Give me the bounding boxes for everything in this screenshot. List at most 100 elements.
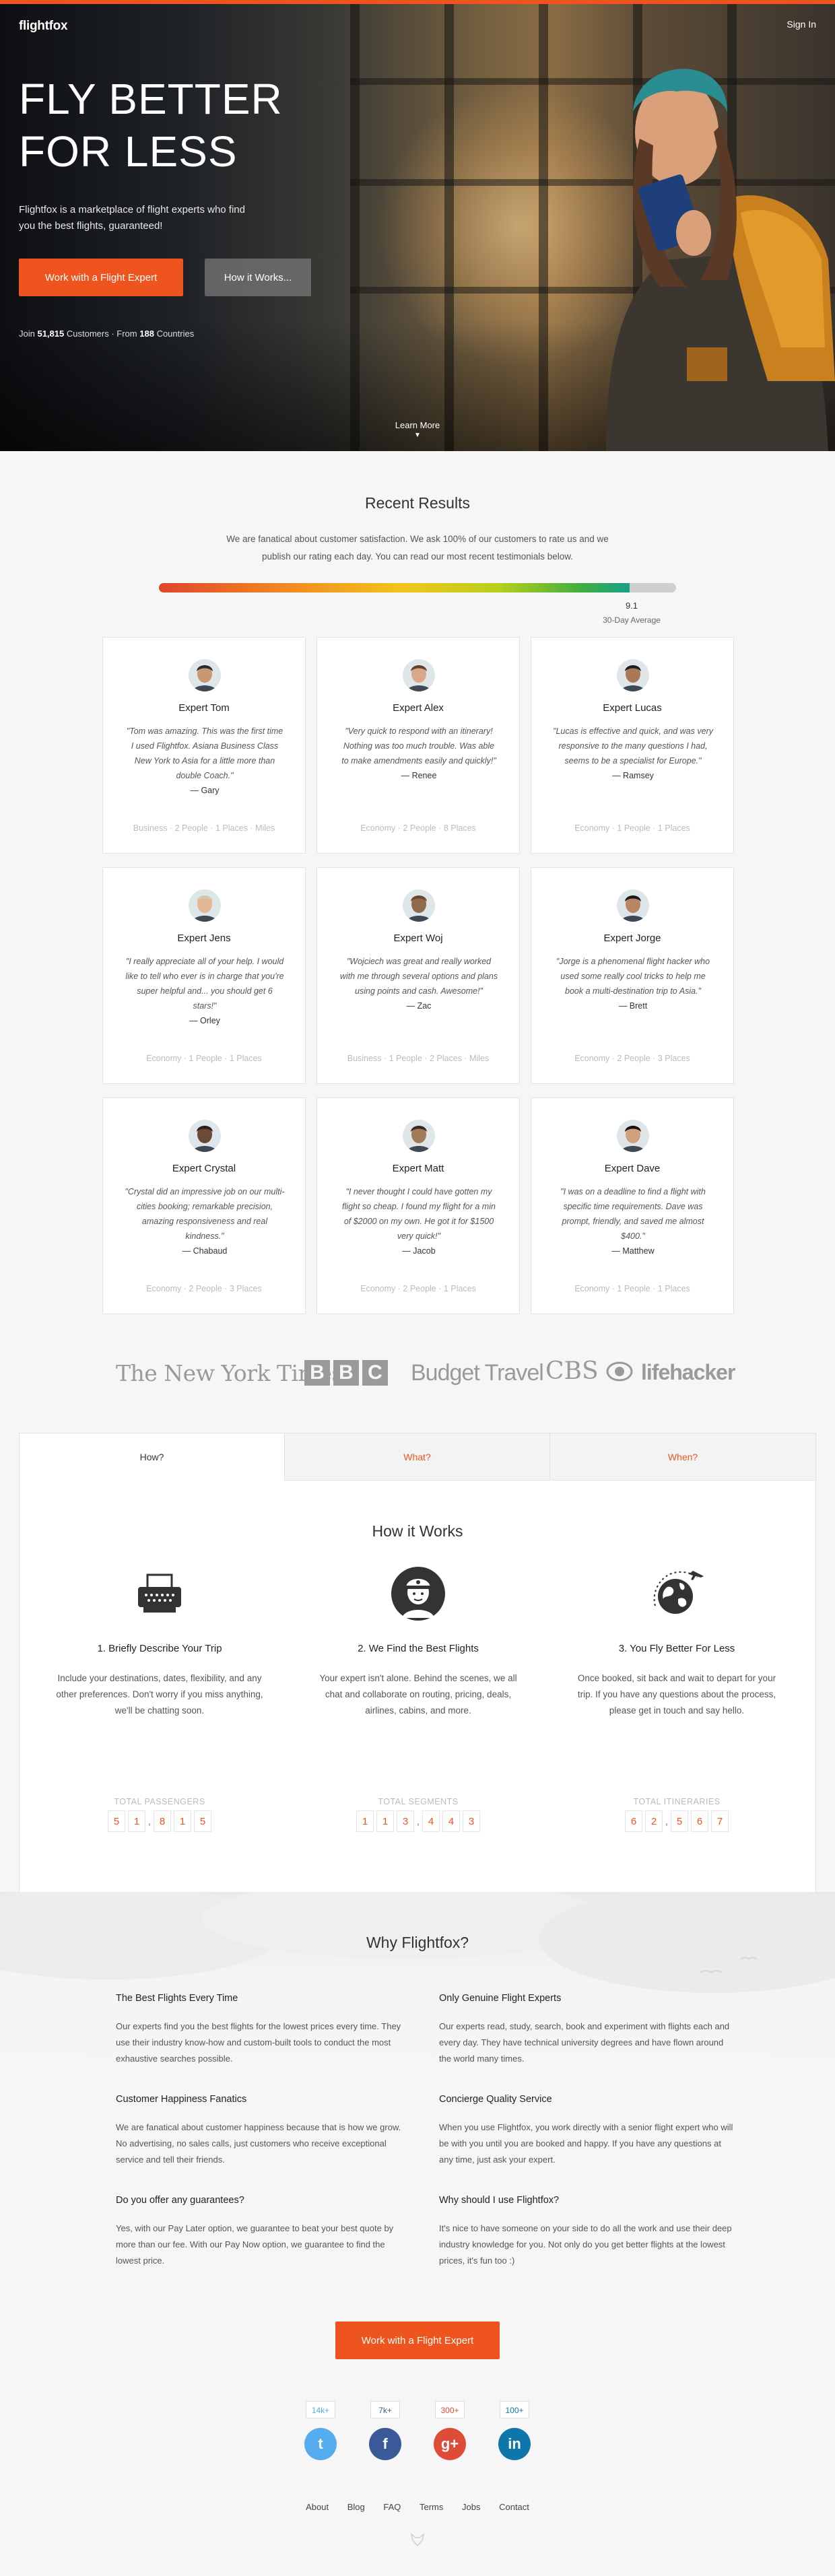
- why-item-title: Why should I use Flightfox?: [439, 2195, 560, 2206]
- tab-what[interactable]: What?: [285, 1433, 550, 1481]
- trip-meta: Economy · 2 People · 8 Places: [360, 823, 476, 833]
- why-item: Do you offer any guarantees? Yes, with o…: [116, 2195, 412, 2269]
- footer-link-terms[interactable]: Terms: [420, 2502, 443, 2512]
- step-find-flights: 2. We Find the Best Flights Your expert …: [310, 1565, 526, 1719]
- country-count: 188: [139, 329, 154, 339]
- social-link[interactable]: 300+ g+: [432, 2401, 467, 2460]
- stat-counter: TOTAL SEGMENTS 1 1 3, 4 4 3: [310, 1797, 526, 1832]
- step-text: Include your destinations, dates, flexib…: [56, 1673, 263, 1716]
- expert-name: Expert Jorge: [603, 933, 661, 944]
- how-it-works-button[interactable]: How it Works...: [205, 259, 311, 296]
- digit-separator: ,: [665, 1816, 669, 1827]
- rating-progress-fill: [159, 583, 630, 592]
- recent-results-title: Recent Results: [365, 494, 470, 512]
- press-logo-bbc: BBC: [304, 1360, 391, 1391]
- expert-avatar: [617, 659, 649, 691]
- testimonial-quote: "I really appreciate all of your help. I…: [125, 954, 285, 1028]
- counter-digits: 62,567: [569, 1810, 784, 1832]
- expert-avatar: [403, 1120, 435, 1152]
- social-count: 100+: [500, 2401, 529, 2418]
- press-logo-cbs: CBS: [545, 1357, 633, 1388]
- social-link[interactable]: 14k+ t: [303, 2401, 338, 2460]
- step-text: Your expert isn't alone. Behind the scen…: [319, 1673, 517, 1716]
- why-item-title: Customer Happiness Fanatics: [116, 2094, 247, 2105]
- learn-more-link[interactable]: Learn More ▼: [0, 420, 835, 439]
- footer-link-blog[interactable]: Blog: [347, 2502, 365, 2512]
- step-title: 3. You Fly Better For Less: [618, 1643, 735, 1654]
- footer-link-contact[interactable]: Contact: [499, 2502, 529, 2512]
- counter-digit: 7: [711, 1810, 729, 1832]
- quote-author: — Jacob: [402, 1246, 436, 1256]
- expert-avatar: [189, 889, 221, 922]
- quote-author: — Gary: [190, 786, 220, 795]
- quote-author: — Matthew: [611, 1246, 655, 1256]
- counter-label: TOTAL PASSENGERS: [114, 1797, 205, 1806]
- facebook-icon[interactable]: f: [369, 2428, 401, 2460]
- why-item-title: Only Genuine Flight Experts: [439, 1993, 562, 2004]
- why-item: Only Genuine Flight Experts Our experts …: [439, 1993, 735, 2067]
- why-flightfox-title: Why Flightfox?: [366, 1934, 469, 1951]
- quote-author: — Renee: [401, 771, 437, 780]
- social-link[interactable]: 100+ in: [497, 2401, 532, 2460]
- testimonial-quote: "Crystal did an impressive job on our mu…: [125, 1184, 285, 1258]
- expert-avatar: [403, 659, 435, 691]
- step-fly-better: 3. You Fly Better For Less Once booked, …: [569, 1565, 784, 1719]
- testimonial-quote: "I was on a deadline to find a flight wi…: [553, 1184, 713, 1258]
- quote-text: "Wojciech was great and really worked wi…: [339, 957, 498, 996]
- testimonial-card: Expert Dave "I was on a deadline to find …: [531, 1097, 734, 1314]
- tab-bar: How? What? When?: [20, 1433, 815, 1481]
- social-link[interactable]: 7k+ f: [368, 2401, 403, 2460]
- trip-meta: Economy · 2 People · 1 Places: [360, 1284, 476, 1293]
- testimonial-quote: "Tom was amazing. This was the first tim…: [125, 724, 285, 798]
- work-with-expert-cta-button[interactable]: Work with a Flight Expert: [335, 2321, 500, 2359]
- social-count: 14k+: [306, 2401, 335, 2418]
- flightfox-logo[interactable]: flightfox: [19, 19, 68, 34]
- testimonial-quote: "Jorge is a phenomenal flight hacker who…: [553, 954, 713, 1013]
- hero-title: FLY BETTER FOR LESS: [19, 75, 283, 176]
- expert-avatar: [403, 889, 435, 922]
- expert-name: Expert Jens: [177, 933, 231, 944]
- testimonial-card: Expert Lucas "Lucas is effective and quic…: [531, 637, 734, 854]
- expert-name: Expert Alex: [393, 702, 444, 714]
- google-plus-icon[interactable]: g+: [434, 2428, 466, 2460]
- counter-digit: 5: [671, 1810, 688, 1832]
- traveler-photo: [606, 69, 835, 451]
- how-it-works-panel: How? What? When? How it Works 1. Briefly…: [19, 1433, 816, 1893]
- testimonial-card: Expert Jens "I really appreciate all of y…: [102, 867, 306, 1084]
- work-with-expert-button[interactable]: Work with a Flight Expert: [19, 259, 183, 296]
- quote-text: "I really appreciate all of your help. I…: [125, 957, 284, 1011]
- expert-avatar: [189, 1120, 221, 1152]
- testimonial-card: Expert Alex "Very quick to respond with a…: [316, 637, 520, 854]
- bbc-letter: B: [304, 1360, 330, 1386]
- counter-digit: 4: [422, 1810, 440, 1832]
- customer-count: 51,815: [37, 329, 65, 339]
- counter-digit: 4: [442, 1810, 460, 1832]
- rating-progress-bar: [159, 583, 676, 592]
- learn-more-label: Learn More: [395, 420, 440, 430]
- tab-how[interactable]: How?: [20, 1433, 285, 1481]
- cbs-wordmark: CBS: [545, 1357, 599, 1385]
- bbc-letter: C: [362, 1360, 388, 1386]
- twitter-icon[interactable]: t: [304, 2428, 337, 2460]
- tab-when[interactable]: When?: [550, 1433, 815, 1481]
- linkedin-icon[interactable]: in: [498, 2428, 531, 2460]
- rating-value: 9.1: [625, 601, 638, 611]
- counter-digits: 113,443: [310, 1810, 526, 1832]
- counter-digit: 1: [174, 1810, 191, 1832]
- hero-subtitle: Flightfox is a marketplace of flight exp…: [19, 204, 245, 232]
- footer-link-about[interactable]: About: [306, 2502, 329, 2512]
- press-logo-budget-travel: Budget Travel: [411, 1360, 544, 1386]
- sign-in-link[interactable]: Sign In: [787, 19, 816, 30]
- trip-meta: Business · 1 People · 2 Places · Miles: [347, 1054, 490, 1063]
- quote-text: "Very quick to respond with an itinerary…: [341, 726, 496, 766]
- footer-link-jobs[interactable]: Jobs: [462, 2502, 480, 2512]
- counter-digit: 8: [154, 1810, 171, 1832]
- counter-digit: 5: [108, 1810, 125, 1832]
- footer-link-faq[interactable]: FAQ: [383, 2502, 401, 2512]
- testimonial-quote: "I never thought I could have gotten my …: [339, 1184, 499, 1258]
- quote-author: — Ramsey: [612, 771, 654, 780]
- pilot-avatar-icon: [391, 1567, 445, 1621]
- step-title: 2. We Find the Best Flights: [358, 1643, 479, 1654]
- typewriter-icon: [138, 1573, 181, 1613]
- testimonial-quote: "Wojciech was great and really worked wi…: [339, 954, 499, 1013]
